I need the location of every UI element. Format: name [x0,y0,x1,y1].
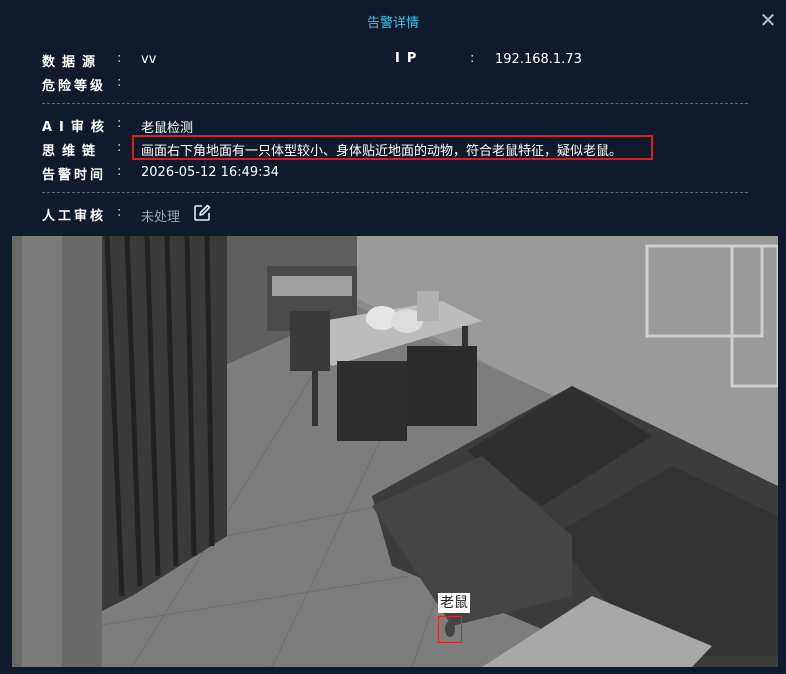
detection-label: 老鼠 [438,593,470,613]
alert-time-label: 告警时间 [42,168,107,183]
ip-value: 192.168.1.73 [495,52,582,67]
danger-level-label: 危险等级 [42,79,107,94]
data-source-value: vv [141,52,157,67]
thought-chain-colon: : [117,140,122,155]
manual-review-colon: : [117,205,122,220]
data-source-colon: : [117,51,122,66]
danger-level-colon: : [117,75,122,90]
scene-illustration [12,236,778,667]
alert-detail-dialog: 告警详情 ✕ 数据源 : vv IP : 192.168.1.73 危险等级 :… [0,0,786,674]
edit-icon[interactable] [193,204,211,222]
detection-box [438,616,462,643]
data-source-label: 数据源 [42,55,103,70]
ip-label: IP [395,51,424,66]
section-divider [42,103,748,104]
ai-review-value: 老鼠检测 [141,121,194,136]
ai-review-colon: : [117,116,122,131]
thought-chain-value: 画面右下角地面有一只体型较小、身体贴近地面的动物，符合老鼠特征，疑似老鼠。 [141,144,623,159]
section-divider [42,192,748,193]
alert-snapshot: 老鼠 [12,236,778,667]
alert-time-value: 2026-05-12 16:49:34 [141,165,280,180]
manual-review-status: 未处理 [141,210,181,225]
ip-colon: : [470,51,475,66]
thought-chain-label: 思维链 [42,144,103,159]
manual-review-label: 人工审核 [42,209,107,224]
close-icon[interactable]: ✕ [758,10,778,30]
dialog-title: 告警详情 [366,16,419,31]
ai-review-label: AI审核 [42,120,111,135]
alert-time-colon: : [117,164,122,179]
